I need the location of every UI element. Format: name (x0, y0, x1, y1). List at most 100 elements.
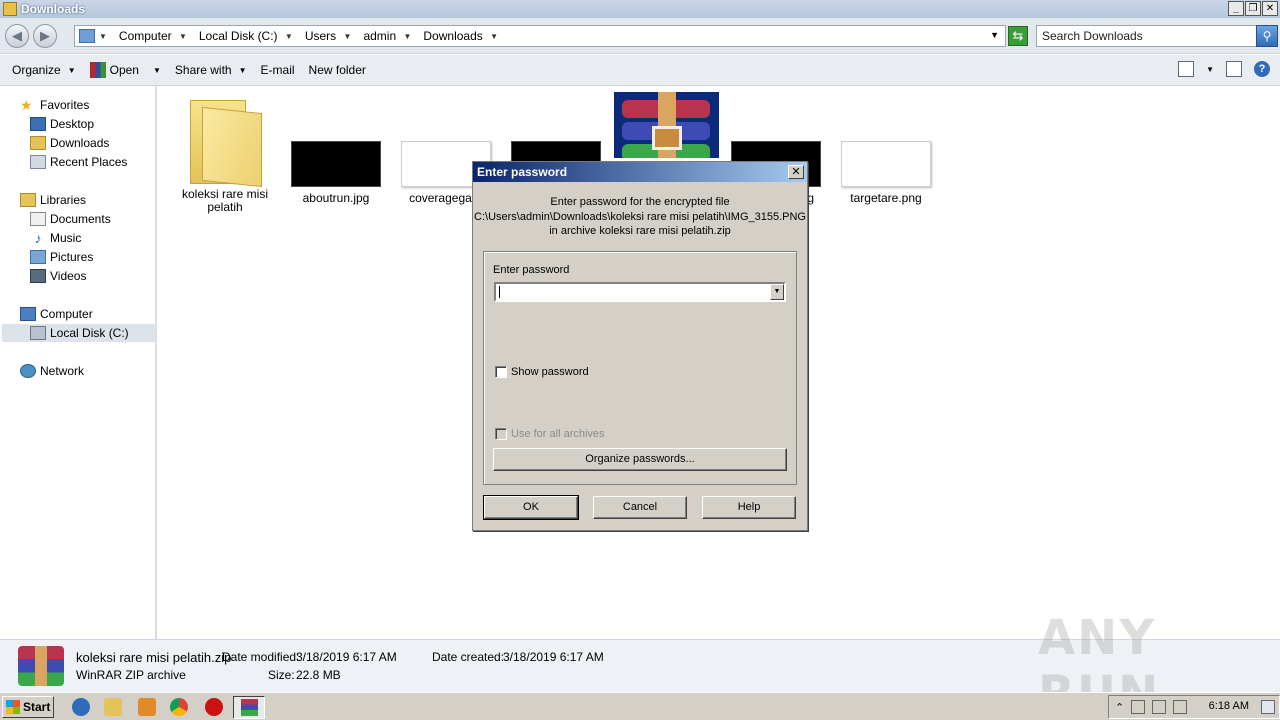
system-tray: ⌃ 6:18 AM (1108, 695, 1280, 719)
email-button[interactable]: E-mail (261, 63, 295, 77)
taskbar: Start ⌃ 6:18 AM (0, 692, 1280, 720)
nav-pictures[interactable]: Pictures (30, 248, 93, 266)
nav-music[interactable]: ♪ Music (30, 229, 82, 247)
open-button[interactable]: Open ▼ (89, 62, 161, 78)
address-dropdown-icon[interactable]: ▼ (990, 30, 999, 40)
file-item-targetare[interactable]: targetare.png (840, 141, 932, 205)
libraries-icon (20, 193, 36, 207)
nav-local-disk[interactable]: Local Disk (C:) (30, 324, 129, 342)
use-for-all-archives-checkbox (495, 428, 507, 440)
search-icon[interactable]: ⚲ (1256, 25, 1278, 47)
organize-button[interactable]: Organize ▼ (12, 63, 76, 77)
internet-explorer-icon[interactable] (72, 698, 90, 716)
winrar-icon (241, 699, 258, 716)
windows-logo-icon (6, 700, 20, 714)
nav-computer[interactable]: Computer (20, 305, 93, 323)
help-button[interactable]: Help (702, 496, 796, 519)
address-row: ◀ ▶ ▼ Computer ▼ Local Disk (C:) ▼ Users… (0, 18, 1280, 54)
breadcrumb-users[interactable]: Users ▼ (305, 29, 358, 43)
nav-libraries[interactable]: Libraries (20, 191, 86, 209)
nav-favorites[interactable]: ★ Favorites (20, 96, 89, 114)
nav-recent-places[interactable]: Recent Places (30, 153, 127, 171)
navigation-pane: ★ Favorites Desktop Downloads Recent Plac… (0, 86, 157, 639)
network-icon (20, 364, 36, 378)
file-item-folder[interactable]: koleksi rare misi pelatih (175, 92, 275, 214)
file-name: koleksi rare misi pelatih (181, 187, 268, 214)
star-icon: ★ (20, 97, 33, 113)
chevron-down-icon: ▼ (238, 65, 247, 75)
winrar-taskbar-button[interactable] (233, 696, 265, 719)
show-password-label: Show password (511, 366, 589, 378)
back-button[interactable]: ◀ (5, 24, 29, 48)
dialog-title: Enter password (477, 165, 568, 179)
details-filename: koleksi rare misi pelatih.zip (76, 650, 232, 665)
file-name: aboutrun.jpg (302, 191, 370, 205)
show-desktop-icon[interactable] (1261, 700, 1275, 714)
crumb-root-arrow[interactable]: ▼ (99, 32, 113, 41)
use-for-all-archives-label: Use for all archives (511, 428, 605, 440)
chevron-down-icon[interactable]: ▼ (770, 284, 784, 300)
documents-icon (30, 212, 46, 226)
explorer-icon[interactable] (104, 698, 122, 716)
computer-icon (20, 307, 36, 321)
show-password-checkbox[interactable] (495, 366, 507, 378)
breadcrumb-downloads[interactable]: Downloads ▼ (423, 29, 504, 43)
show-hidden-icons-icon[interactable]: ⌃ (1115, 701, 1124, 714)
media-player-icon[interactable] (138, 698, 156, 716)
start-button[interactable]: Start (2, 696, 54, 718)
stop-icon[interactable] (205, 698, 223, 716)
preview-pane-icon[interactable] (1226, 61, 1242, 77)
enter-password-label: Enter password (493, 264, 570, 276)
music-icon: ♪ (34, 230, 42, 246)
command-bar: Organize ▼ Open ▼ Share with ▼ E-mail New f… (0, 55, 1280, 86)
close-icon[interactable]: ✕ (788, 165, 804, 179)
message-line-1: Enter password for the encrypted file (550, 196, 730, 208)
breadcrumb-admin[interactable]: admin ▼ (363, 29, 417, 43)
nav-videos[interactable]: Videos (30, 267, 86, 285)
minimize-button[interactable]: _ (1228, 1, 1244, 16)
volume-icon[interactable] (1173, 700, 1188, 714)
window-title: Downloads (21, 2, 86, 16)
forward-button[interactable]: ▶ (33, 24, 57, 48)
address-bar[interactable]: ▼ Computer ▼ Local Disk (C:) ▼ Users ▼ a… (74, 25, 1006, 47)
chevron-down-icon[interactable]: ▼ (1206, 65, 1214, 74)
action-center-icon[interactable] (1131, 700, 1146, 714)
share-with-button[interactable]: Share with ▼ (175, 63, 247, 77)
breadcrumb-local-disk[interactable]: Local Disk (C:) ▼ (199, 29, 299, 43)
password-input[interactable]: ▼ (494, 282, 786, 302)
message-line-3: in archive koleksi rare misi pelatih.zip (549, 225, 731, 237)
file-item-aboutrun[interactable]: aboutrun.jpg (290, 141, 382, 205)
network-tray-icon[interactable] (1152, 700, 1167, 714)
date-modified-value: 3/18/2019 6:17 AM (296, 650, 397, 664)
cancel-button[interactable]: Cancel (593, 496, 687, 519)
organize-passwords-button[interactable]: Organize passwords... (493, 448, 787, 471)
address-folder-icon (79, 29, 95, 43)
search-input[interactable]: Search Downloads (1036, 25, 1258, 47)
date-created-label: Date created: (432, 650, 505, 664)
nav-documents[interactable]: Documents (30, 210, 111, 228)
clock[interactable]: 6:18 AM (1209, 700, 1249, 712)
nav-network[interactable]: Network (20, 362, 84, 380)
winrar-icon[interactable] (614, 92, 719, 158)
folder-icon (3, 2, 17, 16)
close-window-button[interactable]: ✕ (1262, 1, 1278, 16)
chevron-down-icon[interactable]: ▼ (153, 66, 161, 75)
disk-icon (30, 326, 46, 340)
help-icon[interactable]: ? (1254, 61, 1270, 77)
refresh-icon[interactable]: ⇆ (1008, 26, 1028, 46)
file-name: targetare.png (850, 191, 922, 205)
recent-places-icon (30, 155, 46, 169)
nav-desktop[interactable]: Desktop (30, 115, 94, 133)
videos-icon (30, 269, 46, 283)
dialog-message: Enter password for the encrypted file C:… (473, 195, 807, 239)
maximize-button[interactable]: ❐ (1245, 1, 1261, 16)
breadcrumb-computer[interactable]: Computer ▼ (119, 29, 193, 43)
ok-button[interactable]: OK (483, 495, 579, 520)
chrome-icon[interactable] (170, 698, 188, 716)
change-view-icon[interactable] (1178, 61, 1195, 77)
date-modified-label: Date modified: (222, 650, 300, 664)
nav-downloads[interactable]: Downloads (30, 134, 109, 152)
new-folder-button[interactable]: New folder (309, 63, 366, 77)
winrar-icon (18, 646, 64, 686)
chevron-down-icon: ▼ (67, 65, 76, 75)
